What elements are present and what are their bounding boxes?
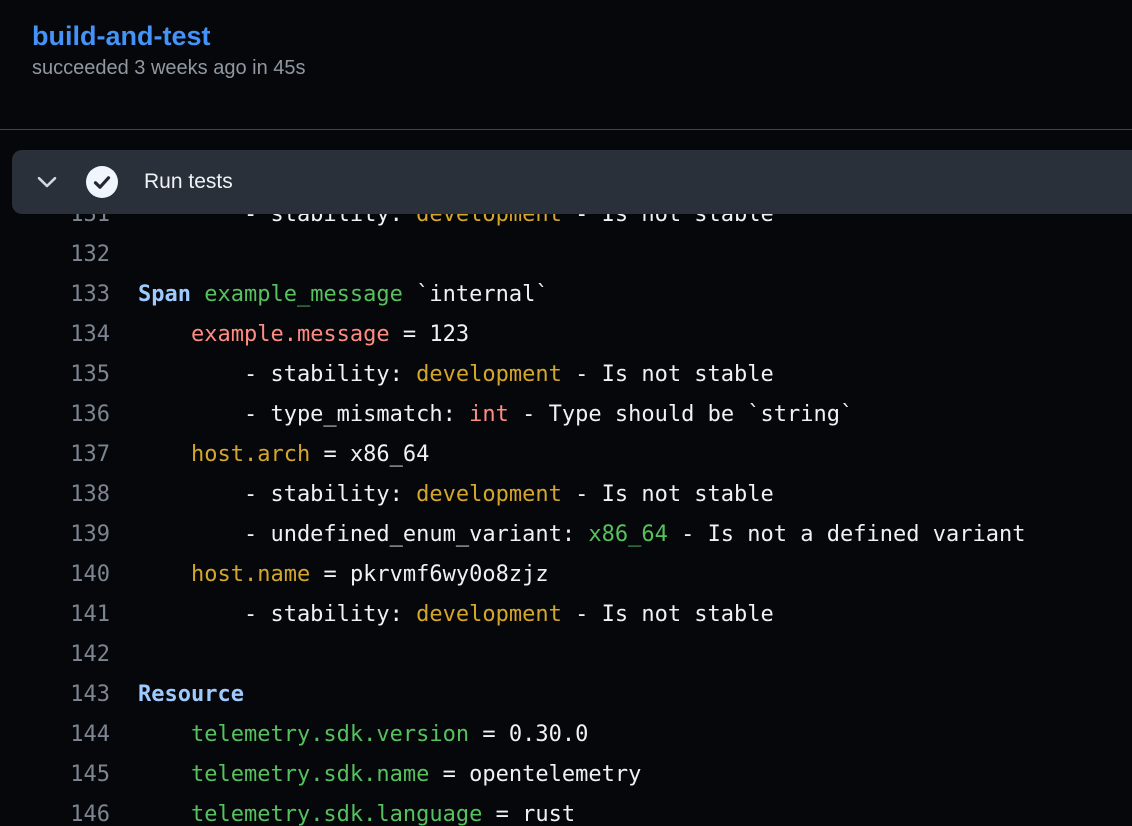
log-line: 145 telemetry.sdk.name = opentelemetry [0,755,1132,795]
log-area: 131 - stability: development - Is not st… [0,130,1132,826]
log-line-text: telemetry.sdk.language = rust [138,795,575,826]
log-line-text: Resource [138,675,244,715]
line-number[interactable]: 143 [0,675,110,715]
line-number[interactable]: 142 [0,635,110,675]
line-number[interactable]: 145 [0,755,110,795]
line-number[interactable]: 137 [0,435,110,475]
log-line: 139 - undefined_enum_variant: x86_64 - I… [0,515,1132,555]
line-number[interactable]: 134 [0,315,110,355]
log-line: 134 example.message = 123 [0,315,1132,355]
log-line-text: example.message = 123 [138,315,469,355]
line-number[interactable]: 146 [0,795,110,826]
log-line-text: - type_mismatch: int - Type should be `s… [138,395,853,435]
check-circle-icon [86,166,118,198]
log-line: 142 [0,635,1132,675]
log-line-text: - undefined_enum_variant: x86_64 - Is no… [138,515,1025,555]
job-status-summary: succeeded 3 weeks ago in 45s [32,57,1100,80]
log-line: 146 telemetry.sdk.language = rust [0,795,1132,826]
log-line: 136 - type_mismatch: int - Type should b… [0,395,1132,435]
log-line-text: host.arch = x86_64 [138,435,429,475]
log-line: 133 Span example_message `internal` [0,275,1132,315]
job-header: build-and-test succeeded 3 weeks ago in … [0,0,1132,130]
log-line-text: - stability: development - Is not stable [138,355,774,395]
job-name-link[interactable]: build-and-test [32,20,210,52]
line-number[interactable]: 139 [0,515,110,555]
chevron-down-icon [36,175,58,189]
log-line-text: - stability: development - Is not stable [138,475,774,515]
log-line: 141 - stability: development - Is not st… [0,595,1132,635]
log-line-text: Span example_message `internal` [138,275,549,315]
line-number[interactable]: 136 [0,395,110,435]
log-line: 138 - stability: development - Is not st… [0,475,1132,515]
line-number[interactable]: 140 [0,555,110,595]
log-line-text: telemetry.sdk.version = 0.30.0 [138,715,588,755]
line-number[interactable]: 141 [0,595,110,635]
log-line: 137 host.arch = x86_64 [0,435,1132,475]
log-line: 132 [0,235,1132,275]
step-header-run-tests[interactable]: Run tests [12,150,1132,214]
log-line-text: telemetry.sdk.name = opentelemetry [138,755,641,795]
log-line: 143 Resource [0,675,1132,715]
log-line: 144 telemetry.sdk.version = 0.30.0 [0,715,1132,755]
workflow-job-log-page: build-and-test succeeded 3 weeks ago in … [0,0,1132,826]
log-line-text: host.name = pkrvmf6wy0o8zjz [138,555,549,595]
line-number[interactable]: 132 [0,235,110,275]
line-number[interactable]: 133 [0,275,110,315]
log-line-text: - stability: development - Is not stable [138,595,774,635]
log-line: 140 host.name = pkrvmf6wy0o8zjz [0,555,1132,595]
step-name: Run tests [144,170,233,194]
line-number[interactable]: 138 [0,475,110,515]
line-number[interactable]: 135 [0,355,110,395]
log-line: 135 - stability: development - Is not st… [0,355,1132,395]
log-lines: 131 - stability: development - Is not st… [0,195,1132,826]
line-number[interactable]: 144 [0,715,110,755]
